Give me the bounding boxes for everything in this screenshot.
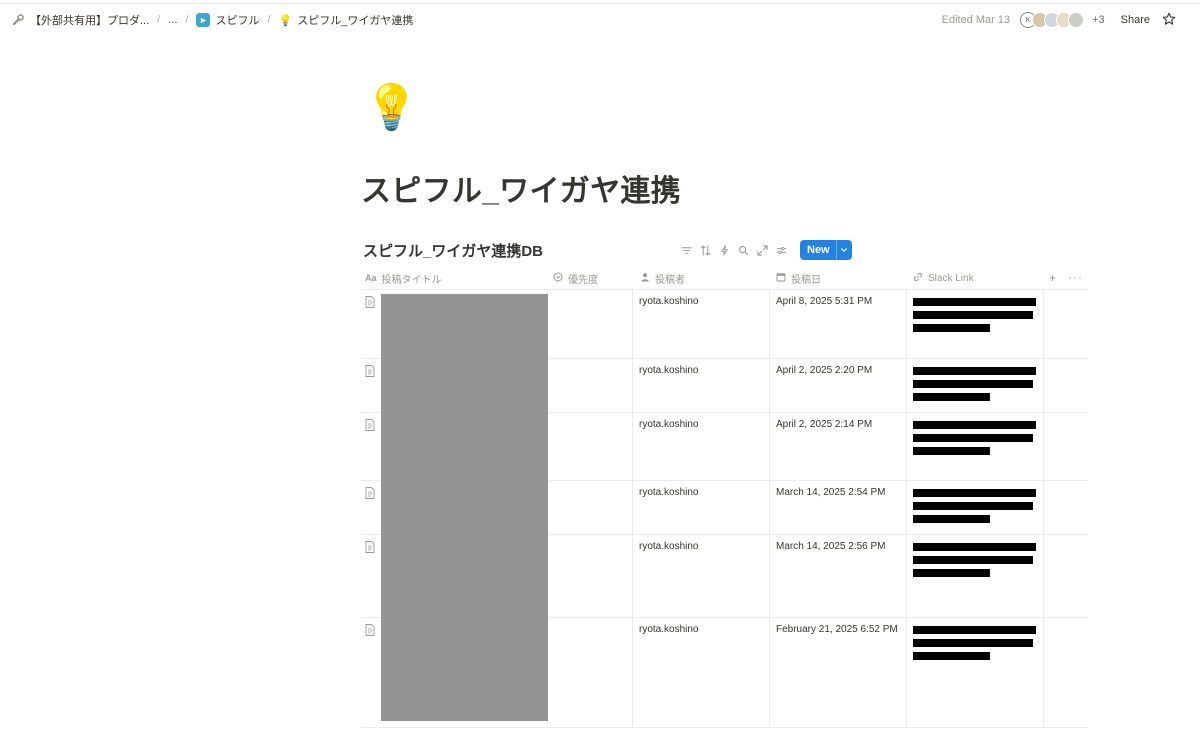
author-cell[interactable]: ryota.koshino bbox=[633, 618, 769, 727]
extra-collaborators-count[interactable]: +3 bbox=[1092, 14, 1105, 26]
page-doc-icon bbox=[365, 541, 375, 553]
redaction-bar bbox=[913, 652, 990, 660]
date-cell[interactable]: March 14, 2025 2:56 PM bbox=[770, 535, 906, 617]
redaction-bar bbox=[913, 324, 990, 332]
redaction-bar bbox=[913, 393, 990, 401]
breadcrumb-separator: / bbox=[185, 14, 189, 26]
column-label: 投稿者 bbox=[655, 274, 685, 286]
author-cell[interactable]: ryota.koshino bbox=[633, 413, 769, 480]
page-title[interactable]: スピフル_ワイガヤ連携 bbox=[361, 166, 681, 210]
redaction-bar bbox=[913, 543, 1036, 551]
redacted-title-block bbox=[381, 294, 548, 721]
window-top-border bbox=[0, 0, 1200, 4]
page-doc-icon bbox=[365, 296, 375, 308]
page-doc-icon bbox=[365, 365, 375, 377]
redaction-bar bbox=[913, 626, 1036, 634]
slack-link-cell[interactable] bbox=[907, 359, 1043, 412]
more-options-icon[interactable]: ··· bbox=[1068, 270, 1083, 284]
date-cell[interactable]: April 2, 2025 2:14 PM bbox=[770, 413, 906, 480]
column-header-author[interactable]: 投稿者 bbox=[640, 266, 685, 290]
automation-bolt-icon[interactable] bbox=[718, 244, 730, 256]
table-header: Aa 投稿タイトル 優先度 投稿者 投稿日 Slack Link bbox=[361, 266, 1088, 290]
breadcrumb-label: スピフル_ワイガヤ連携 bbox=[297, 15, 414, 27]
avatar-group[interactable]: K bbox=[1020, 12, 1085, 28]
date-cell[interactable]: April 8, 2025 5:31 PM bbox=[770, 290, 906, 358]
column-header-title[interactable]: Aa 投稿タイトル bbox=[365, 266, 442, 290]
redaction-bar bbox=[913, 434, 1033, 442]
link-icon bbox=[913, 272, 923, 285]
redaction-bar bbox=[913, 502, 1033, 510]
lightbulb-icon: 💡 bbox=[278, 14, 293, 27]
author-cell[interactable]: ryota.koshino bbox=[633, 290, 769, 358]
author-cell[interactable]: ryota.koshino bbox=[633, 481, 769, 534]
breadcrumb: 【外部共有用】プロダ... / ... / スピフル / 💡 スピフル_ワイガヤ… bbox=[8, 6, 416, 34]
page-doc-icon bbox=[365, 419, 375, 431]
date-cell[interactable]: April 2, 2025 2:20 PM bbox=[770, 359, 906, 412]
author-cell[interactable]: ryota.koshino bbox=[633, 535, 769, 617]
slack-link-cell[interactable] bbox=[907, 535, 1043, 617]
column-label: Slack Link bbox=[928, 272, 974, 284]
redaction-bar bbox=[913, 639, 1033, 647]
redaction-bar bbox=[913, 447, 990, 455]
header-actions: Edited Mar 13 K +3 Share bbox=[942, 6, 1176, 34]
redaction-bar bbox=[913, 298, 1036, 306]
redaction-bar bbox=[913, 556, 1033, 564]
breadcrumb-item-current[interactable]: 💡 スピフル_ワイガヤ連携 bbox=[276, 10, 417, 30]
top-bar: 【外部共有用】プロダ... / ... / スピフル / 💡 スピフル_ワイガヤ… bbox=[0, 6, 1200, 34]
expand-icon[interactable] bbox=[756, 244, 768, 256]
slack-link-cell[interactable] bbox=[907, 290, 1043, 358]
breadcrumb-label: スピフル bbox=[215, 15, 260, 27]
author-cell[interactable]: ryota.koshino bbox=[633, 359, 769, 412]
page-doc-icon bbox=[365, 487, 375, 499]
breadcrumb-item-workspace[interactable]: 【外部共有用】プロダ... bbox=[8, 10, 152, 30]
column-header-slack-link[interactable]: Slack Link bbox=[913, 266, 974, 290]
new-button[interactable]: New bbox=[800, 240, 852, 260]
redaction-bar bbox=[913, 311, 1033, 319]
column-label: 投稿タイトル bbox=[381, 274, 442, 286]
select-icon bbox=[553, 272, 563, 285]
column-header-priority[interactable]: 優先度 bbox=[553, 266, 598, 290]
breadcrumb-label: 【外部共有用】プロダ... bbox=[30, 15, 150, 27]
breadcrumb-item-app[interactable]: スピフル bbox=[193, 10, 262, 30]
share-button[interactable]: Share bbox=[1121, 14, 1150, 26]
breadcrumb-separator: / bbox=[157, 14, 161, 26]
breadcrumb-separator: / bbox=[267, 14, 271, 26]
redaction-bar bbox=[913, 489, 1036, 497]
database-title[interactable]: スピフル_ワイガヤ連携DB bbox=[363, 240, 543, 261]
chevron-down-icon[interactable] bbox=[835, 240, 852, 260]
redaction-bar bbox=[913, 569, 990, 577]
settings-sliders-icon[interactable] bbox=[775, 244, 787, 256]
calendar-icon bbox=[776, 272, 786, 285]
redaction-bar bbox=[913, 421, 1036, 429]
filter-icon[interactable] bbox=[680, 244, 692, 256]
column-label: 投稿日 bbox=[791, 274, 821, 286]
slack-link-cell[interactable] bbox=[907, 618, 1043, 727]
redaction-bar bbox=[913, 515, 990, 523]
wrench-icon bbox=[11, 13, 25, 27]
avatar[interactable] bbox=[1068, 12, 1085, 28]
slack-link-cell[interactable] bbox=[907, 481, 1043, 534]
sort-icon[interactable] bbox=[699, 244, 711, 256]
date-cell[interactable]: March 14, 2025 2:54 PM bbox=[770, 481, 906, 534]
redaction-bar bbox=[913, 380, 1033, 388]
person-icon bbox=[640, 272, 650, 285]
column-header-date[interactable]: 投稿日 bbox=[776, 266, 821, 290]
slack-link-cell[interactable] bbox=[907, 413, 1043, 480]
favorite-star-icon[interactable] bbox=[1162, 12, 1176, 29]
redaction-bar bbox=[913, 367, 1036, 375]
app-icon bbox=[196, 13, 211, 27]
breadcrumb-item-ellipsis[interactable]: ... bbox=[165, 12, 180, 28]
database-toolbar: New bbox=[680, 240, 852, 260]
page-doc-icon bbox=[365, 624, 375, 636]
page-icon[interactable]: 💡 bbox=[364, 86, 419, 130]
date-cell[interactable]: February 21, 2025 6:52 PM bbox=[770, 618, 906, 727]
breadcrumb-label: ... bbox=[168, 14, 178, 26]
edited-timestamp: Edited Mar 13 bbox=[941, 14, 1011, 26]
column-label: 優先度 bbox=[568, 274, 598, 286]
search-icon[interactable] bbox=[737, 244, 749, 256]
text-type-icon: Aa bbox=[365, 273, 377, 283]
add-property-icon[interactable]: + bbox=[1049, 271, 1056, 285]
new-button-label[interactable]: New bbox=[800, 240, 836, 260]
